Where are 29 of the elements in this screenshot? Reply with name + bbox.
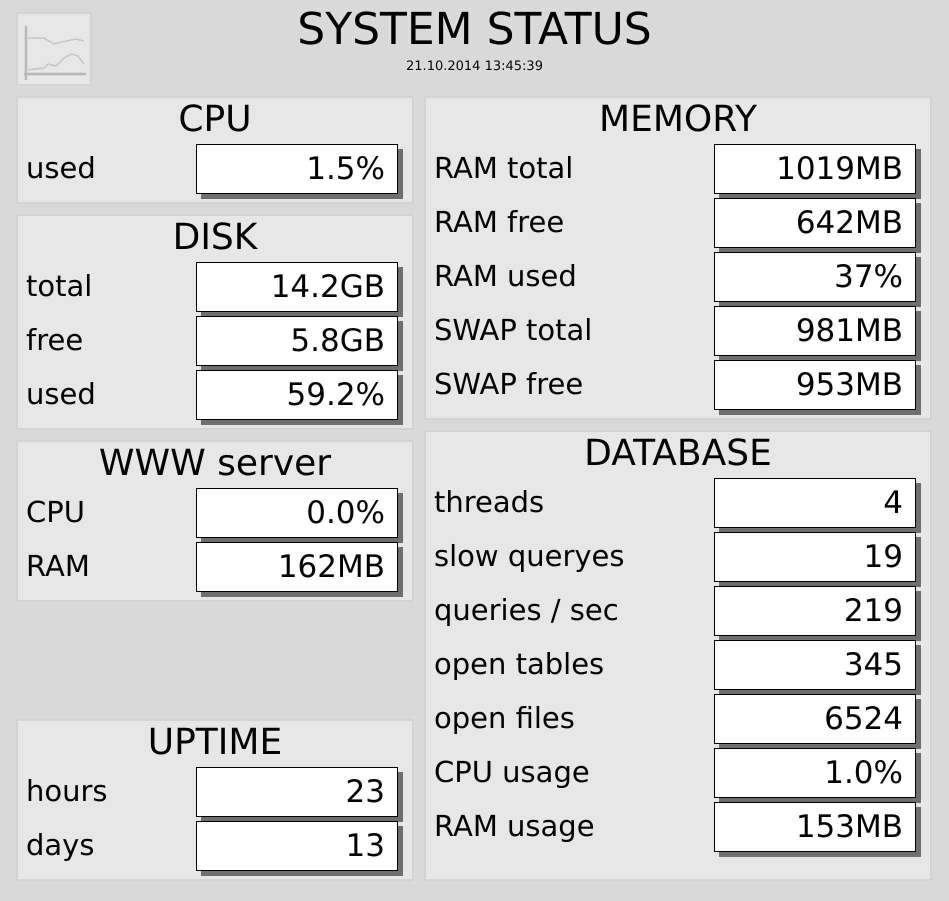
metric-label: CPU usage (434, 754, 590, 792)
metric-label: open files (434, 700, 575, 738)
metric-label: SWAP total (434, 312, 592, 350)
metric-label: slow queryes (434, 538, 625, 576)
panel-title: MEMORY (598, 98, 758, 142)
panel-title: CPU (177, 98, 253, 142)
metric-label: CPU (26, 494, 85, 532)
metric-label: hours (26, 773, 108, 810)
metric-label: RAM (26, 548, 90, 586)
metric-label: RAM total (434, 150, 574, 188)
metric-label: used (26, 376, 96, 414)
metric-label: free (26, 322, 84, 360)
page-title: SYSTEM STATUS (297, 3, 652, 57)
metric-label: queries / sec (434, 592, 619, 630)
metric-label: SWAP free (434, 366, 584, 404)
metric-label: days (26, 827, 94, 864)
metric-label: total (26, 268, 92, 306)
metric-label: RAM free (434, 204, 564, 242)
metric-label: used (26, 150, 96, 188)
timestamp: 21.10.2014 13:45:39 (406, 58, 543, 76)
panel-title: UPTIME (146, 721, 284, 765)
panel-title: WWW server (98, 442, 332, 486)
metric-label: open tables (434, 646, 604, 684)
metric-label: threads (434, 484, 544, 522)
line-chart-icon (16, 12, 92, 86)
panel-title: DISK (172, 216, 259, 260)
panel-title: DATABASE (583, 432, 773, 476)
metric-label: RAM used (434, 258, 577, 296)
metric-label: RAM usage (434, 808, 595, 846)
